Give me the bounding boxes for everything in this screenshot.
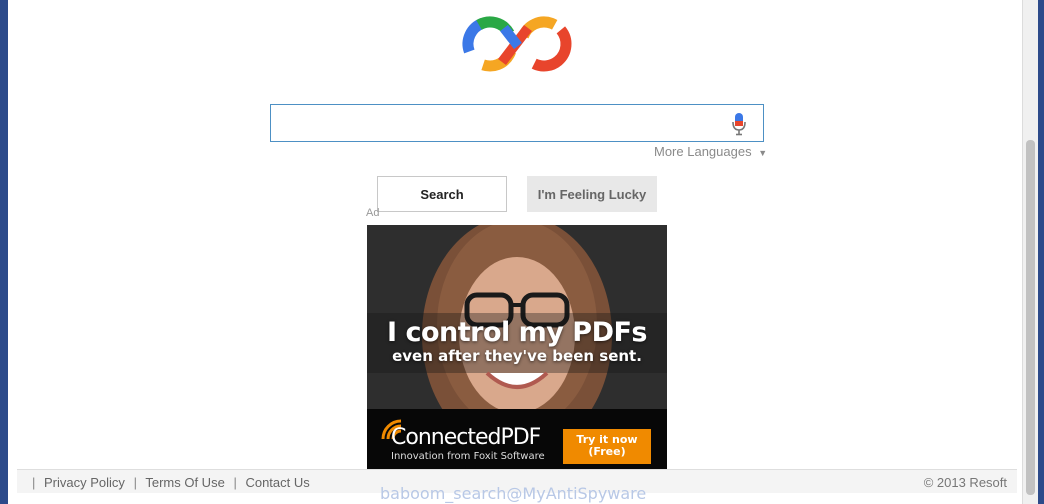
chevron-down-icon: ▼: [758, 148, 768, 158]
infinity-logo-icon[interactable]: [458, 8, 578, 85]
footer-separator: |: [233, 475, 237, 490]
scrollbar-thumb[interactable]: [1026, 140, 1035, 495]
try-it-now-button[interactable]: Try it now (Free): [563, 429, 651, 464]
ad-label: Ad: [366, 207, 380, 219]
search-input[interactable]: [271, 105, 741, 141]
ad-brand-bar: ConnectedPDF Innovation from Foxit Softw…: [367, 409, 667, 469]
ad-brand-tagline: Innovation from Foxit Software: [391, 451, 545, 462]
advertisement-banner[interactable]: I control my PDFs even after they've bee…: [367, 225, 667, 469]
watermark-text: baboom_search@MyAntiSpyware: [380, 484, 647, 503]
terms-of-use-link[interactable]: Terms Of Use: [145, 475, 224, 490]
ad-subline: even after they've been sent.: [392, 347, 642, 365]
ad-brand-name: ConnectedPDF: [391, 425, 541, 450]
ad-headline: I control my PDFs: [387, 317, 648, 348]
privacy-policy-link[interactable]: Privacy Policy: [44, 475, 125, 490]
more-languages-label: More Languages: [654, 144, 752, 159]
footer-separator: |: [32, 475, 36, 490]
search-button[interactable]: Search: [377, 176, 507, 212]
cta-line2: (Free): [588, 445, 626, 458]
microphone-icon[interactable]: [731, 112, 747, 141]
more-languages-dropdown[interactable]: More Languages ▼: [654, 144, 767, 159]
browser-page: More Languages ▼ Search I'm Feeling Luck…: [8, 0, 1038, 504]
footer-separator: |: [133, 475, 137, 490]
copyright-text: © 2013 Resoft: [923, 475, 1007, 490]
contact-us-link[interactable]: Contact Us: [245, 475, 309, 490]
feeling-lucky-button[interactable]: I'm Feeling Lucky: [527, 176, 657, 212]
vertical-scrollbar[interactable]: [1022, 0, 1038, 504]
footer-links: | Privacy Policy | Terms Of Use | Contac…: [27, 475, 310, 490]
search-box: [270, 104, 764, 142]
